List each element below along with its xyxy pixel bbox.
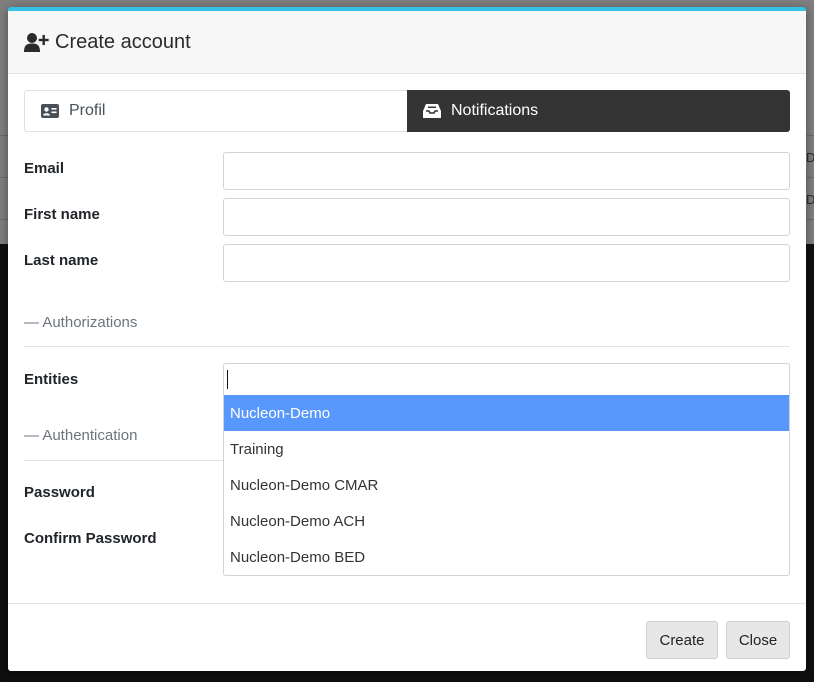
tab-profil-label: Profil (69, 102, 106, 119)
create-button[interactable]: Create (646, 621, 718, 659)
id-card-icon (41, 103, 59, 119)
entity-option[interactable]: Nucleon-Demo ACH (224, 503, 789, 539)
confirm-password-label: Confirm Password (24, 530, 157, 547)
modal-footer: Create Close (8, 603, 806, 671)
first-name-field[interactable] (223, 198, 790, 236)
entities-label: Entities (24, 371, 79, 388)
modal-title: Create account (55, 30, 191, 53)
tab-bar: Profil Notifications (24, 90, 790, 132)
entity-option[interactable]: Nucleon-Demo (224, 395, 789, 431)
email-field[interactable] (223, 152, 790, 190)
user-plus-icon (24, 32, 49, 52)
close-button[interactable]: Close (726, 621, 790, 659)
tab-profil[interactable]: Profil (24, 90, 407, 132)
tab-notifications-label: Notifications (451, 102, 539, 119)
email-label: Email (24, 160, 65, 177)
tab-notifications[interactable]: Notifications (407, 90, 790, 132)
create-account-modal: Create account Profil Notifications Emai… (8, 7, 806, 671)
entity-option[interactable]: Nucleon-Demo BED (224, 539, 789, 575)
password-label: Password (24, 484, 95, 501)
entities-dropdown: Nucleon-Demo Training Nucleon-Demo CMAR … (223, 395, 790, 576)
last-name-field[interactable] (223, 244, 790, 282)
last-name-label: Last name (24, 252, 99, 269)
modal-header: Create account (8, 11, 806, 74)
first-name-label: First name (24, 206, 100, 223)
text-cursor (227, 370, 228, 389)
entity-option[interactable]: Training (224, 431, 789, 467)
section-divider (24, 346, 790, 347)
entities-select[interactable] (223, 363, 790, 395)
authentication-section-title: — Authentication (24, 427, 138, 444)
authorizations-section-title: — Authorizations (24, 314, 138, 331)
entity-option[interactable]: Nucleon-Demo CMAR (224, 467, 789, 503)
inbox-icon (423, 103, 441, 119)
